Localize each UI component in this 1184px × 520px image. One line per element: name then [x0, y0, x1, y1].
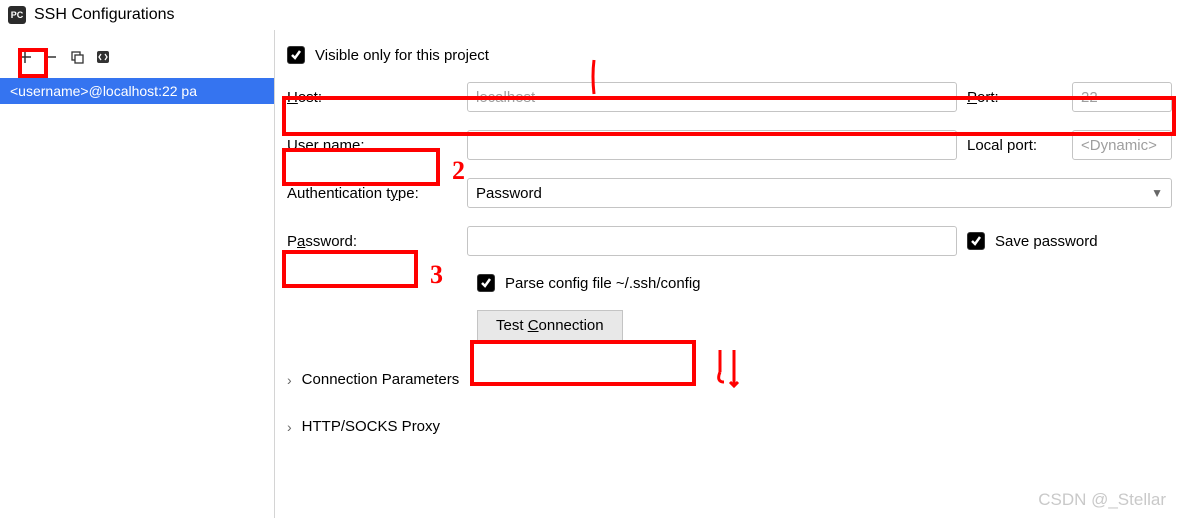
test-connection-button[interactable]: Test Connection	[477, 310, 623, 341]
chevron-right-icon: ›	[287, 419, 292, 435]
test-connection-row: Test Connection	[477, 310, 1172, 341]
password-input[interactable]	[467, 226, 957, 256]
titlebar: PC SSH Configurations	[0, 0, 1184, 30]
parse-config-row: Parse config file ~/.ssh/config	[477, 274, 1172, 292]
save-password-checkbox[interactable]	[967, 232, 985, 250]
chevron-down-icon: ▼	[1151, 186, 1163, 200]
highlight-add	[18, 48, 48, 78]
parse-config-checkbox[interactable]	[477, 274, 495, 292]
password-row: Password: Save password	[287, 226, 1172, 256]
config-list-item[interactable]: <username>@localhost:22 pa	[0, 78, 274, 104]
section-conn-label: Connection Parameters	[302, 371, 460, 388]
sidebar: <username>@localhost:22 pa	[0, 30, 275, 518]
app-icon: PC	[8, 6, 26, 24]
section-http-socks-proxy[interactable]: › HTTP/SOCKS Proxy	[287, 418, 1172, 435]
section-connection-parameters[interactable]: › Connection Parameters	[287, 371, 1172, 388]
highlight-password	[282, 250, 418, 288]
highlight-username	[282, 148, 440, 186]
parse-config-label: Parse config file ~/.ssh/config	[505, 275, 701, 292]
save-password-label: Save password	[995, 233, 1098, 250]
chevron-right-icon: ›	[287, 372, 292, 388]
visible-only-row: Visible only for this project	[287, 46, 1172, 64]
highlight-test-connection	[470, 340, 696, 386]
authtype-value: Password	[476, 185, 542, 202]
config-list-item-blank	[0, 104, 274, 128]
copy-button[interactable]	[64, 44, 90, 70]
password-label: Password:	[287, 233, 457, 250]
localport-label: Local port:	[967, 137, 1062, 154]
visible-only-label: Visible only for this project	[315, 47, 489, 64]
window-title: SSH Configurations	[34, 6, 175, 24]
visible-only-checkbox[interactable]	[287, 46, 305, 64]
authtype-select[interactable]: Password ▼	[467, 178, 1172, 208]
highlight-hostport	[282, 96, 1176, 136]
code-button[interactable]	[90, 44, 116, 70]
section-proxy-label: HTTP/SOCKS Proxy	[302, 418, 440, 435]
authtype-label: Authentication type:	[287, 185, 457, 202]
